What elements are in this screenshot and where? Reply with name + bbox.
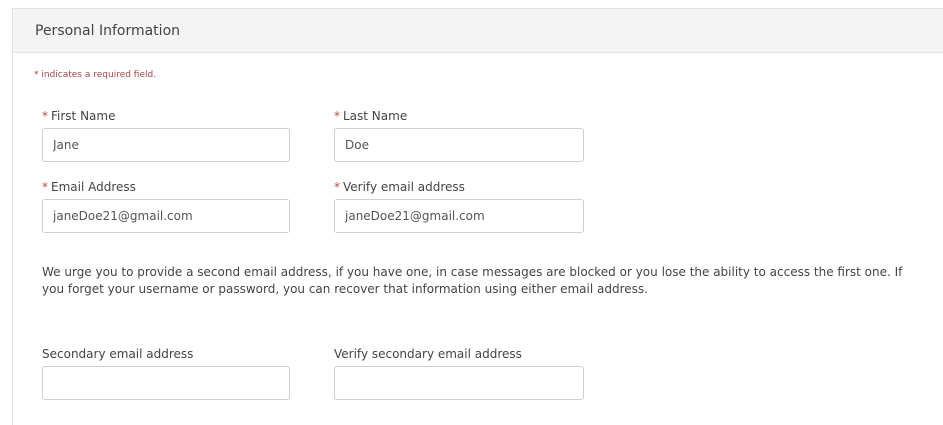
email-address-input[interactable] [42,199,290,233]
verify-secondary-email-label: Verify secondary email address [334,347,522,361]
last-name-input[interactable] [334,128,584,162]
secondary-email-info-text: We urge you to provide a second email ad… [42,265,903,296]
email-address-label: * Email Address [42,180,136,194]
verify-email-field: * Verify email address [334,179,584,233]
required-asterisk: * [334,109,340,123]
verify-email-label: * Verify email address [334,180,465,194]
first-name-input[interactable] [42,128,290,162]
email-address-field: * Email Address [42,179,290,233]
required-field-note: * indicates a required field. [34,70,157,80]
verify-secondary-email-input[interactable] [334,366,584,400]
verify-email-input[interactable] [334,199,584,233]
panel-header: Personal Information [13,9,943,53]
secondary-email-label: Secondary email address [42,347,194,361]
secondary-email-field: Secondary email address [42,346,290,400]
verify-secondary-email-field: Verify secondary email address [334,346,584,400]
first-name-field: * First Name [42,108,290,162]
secondary-email-input[interactable] [42,366,290,400]
first-name-label: * First Name [42,109,116,123]
section-title: Personal Information [35,23,181,39]
required-asterisk: * [42,180,48,194]
required-asterisk: * [334,180,340,194]
last-name-field: * Last Name [334,108,584,162]
last-name-label: * Last Name [334,109,408,123]
personal-information-panel: Personal Information * indicates a requi… [12,8,943,425]
required-asterisk: * [42,109,48,123]
